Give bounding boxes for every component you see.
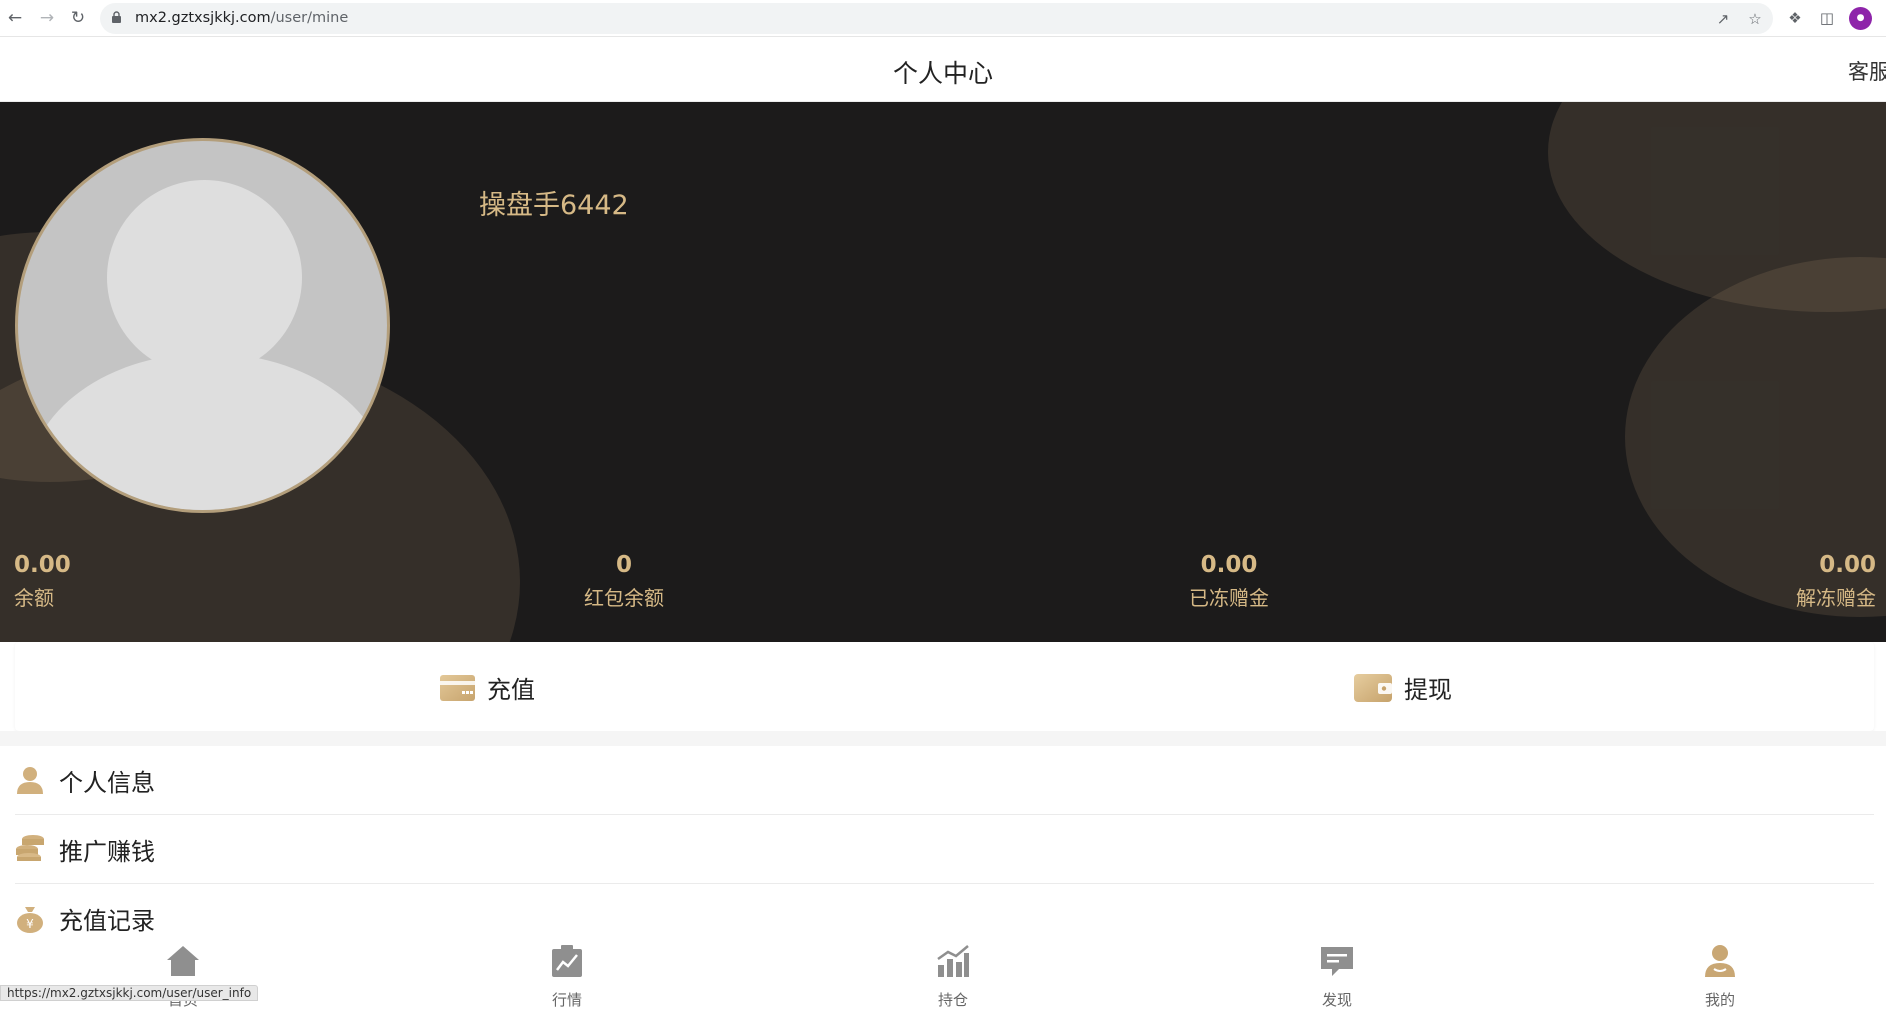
stat-value: 0 <box>615 552 632 578</box>
menu-item-label: 推广赚钱 <box>59 837 155 866</box>
svg-text:¥: ¥ <box>26 917 34 931</box>
stat-frozen-bonus[interactable]: 0.00 已冻赠金 <box>1149 552 1309 611</box>
recharge-button[interactable]: 充值 <box>440 670 535 705</box>
menu-item-label: 充值记录 <box>59 907 155 935</box>
reload-icon[interactable]: ↻ <box>67 7 89 29</box>
stat-label: 红包余额 <box>584 586 664 610</box>
stat-label: 解冻赠金 <box>1796 586 1876 610</box>
url-text: mx2.gztxsjkkj.com/user/mine <box>135 10 348 26</box>
bottom-tab-bar: 首页 行情 持仓 发现 我的 <box>0 935 1886 1009</box>
stat-value: 0.00 <box>14 552 71 578</box>
money-bag-icon: ¥ <box>17 906 43 933</box>
username: 操盘手6442 <box>479 190 629 221</box>
share-icon[interactable]: ↗ <box>1712 8 1734 30</box>
tab-label: 发现 <box>1321 991 1352 1009</box>
home-icon <box>167 946 199 976</box>
stat-red-packet[interactable]: 0 红包余额 <box>544 552 704 611</box>
coins-icon <box>16 835 44 861</box>
stat-label: 已冻赠金 <box>1189 586 1269 610</box>
url-host: mx2.gztxsjkkj.com <box>135 10 271 26</box>
stat-balance[interactable]: 0.00 余额 <box>14 552 71 611</box>
customer-service-link[interactable]: 客服 <box>1848 56 1886 86</box>
side-panel-icon[interactable]: ◫ <box>1816 7 1838 29</box>
extensions-icon[interactable]: ❖ <box>1784 7 1806 29</box>
stat-label: 余额 <box>14 586 54 610</box>
wallet-icon <box>1354 673 1392 702</box>
stat-unfrozen-bonus[interactable]: 0.00 解冻赠金 <box>1726 552 1876 611</box>
url-path: /user/mine <box>270 10 349 26</box>
avatar-head <box>107 180 302 375</box>
position-chart-icon <box>937 945 969 977</box>
tab-label: 行情 <box>551 991 582 1009</box>
forward-icon[interactable]: → <box>36 7 58 29</box>
tab-mine[interactable]: 我的 <box>1660 943 1780 1010</box>
status-bar-url: https://mx2.gztxsjkkj.com/user/user_info <box>0 985 259 1001</box>
menu-item-promotion[interactable]: 推广赚钱 <box>15 815 1874 884</box>
stat-value: 0.00 <box>1819 552 1876 578</box>
lock-icon <box>112 11 121 23</box>
mine-icon <box>1705 945 1735 977</box>
recharge-label: 充值 <box>487 676 535 704</box>
page-header: 个人中心 客服 <box>0 37 1886 102</box>
tab-label: 我的 <box>1704 991 1735 1009</box>
user-icon <box>17 767 43 794</box>
market-chart-icon <box>552 945 582 977</box>
tab-market[interactable]: 行情 <box>507 943 627 1010</box>
avatar-body <box>28 353 387 510</box>
page-title: 个人中心 <box>892 59 993 88</box>
profile-hero: 操盘手6442 0.00 余额 0 红包余额 0.00 已冻赠金 0.00 解冻… <box>0 102 1886 642</box>
card-icon <box>440 674 475 701</box>
address-bar[interactable]: mx2.gztxsjkkj.com/user/mine ↗ ☆ <box>100 3 1773 34</box>
tab-positions[interactable]: 持仓 <box>893 943 1013 1010</box>
tab-discover[interactable]: 发现 <box>1277 943 1397 1010</box>
withdraw-label: 提现 <box>1404 676 1452 704</box>
withdraw-button[interactable]: 提现 <box>1354 670 1452 705</box>
back-icon[interactable]: ← <box>4 7 26 29</box>
action-card: 充值 提现 <box>15 642 1874 731</box>
stat-value: 0.00 <box>1200 552 1258 578</box>
star-icon[interactable]: ☆ <box>1744 8 1766 30</box>
profile-avatar-icon[interactable]: ● <box>1849 7 1872 30</box>
discover-icon <box>1321 947 1353 976</box>
avatar[interactable] <box>15 138 390 513</box>
menu-item-label: 个人信息 <box>59 768 155 797</box>
menu-item-personal-info[interactable]: 个人信息 <box>15 746 1874 815</box>
browser-toolbar: ← → ↻ mx2.gztxsjkkj.com/user/mine ↗ ☆ ❖ … <box>0 0 1886 37</box>
tab-label: 持仓 <box>937 991 968 1009</box>
divider-band <box>0 731 1886 746</box>
